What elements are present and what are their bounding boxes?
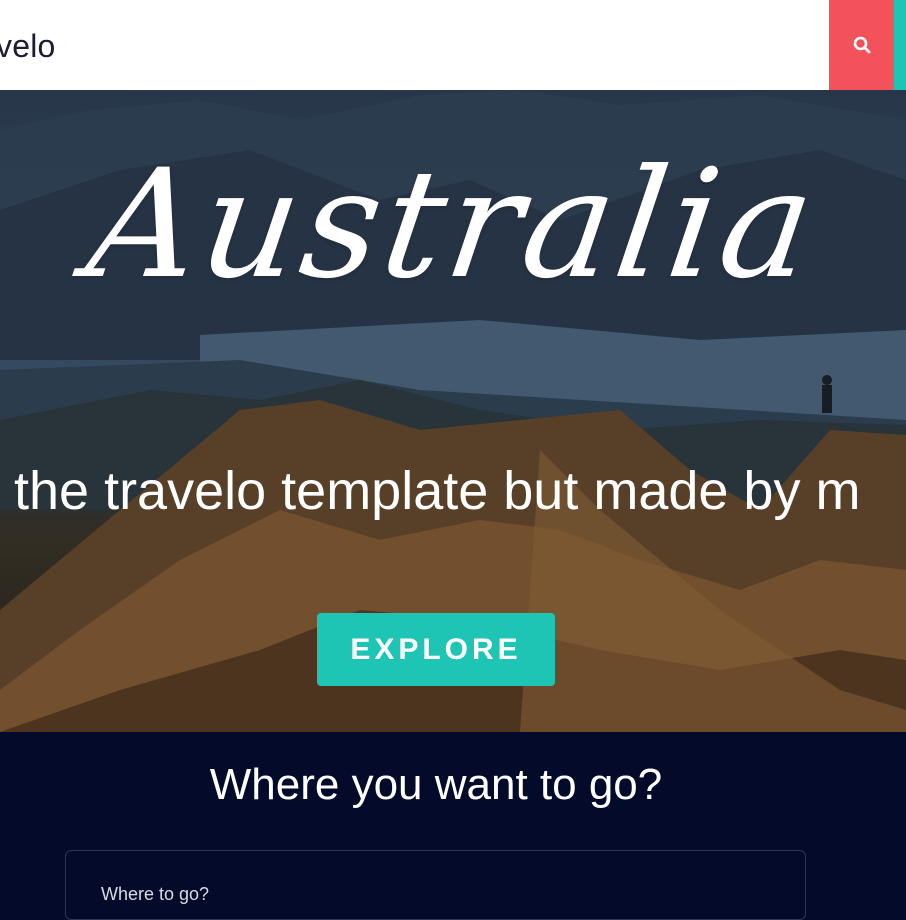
hero-subtitle: the travelo template but made by m (14, 461, 861, 521)
site-header: velo (0, 0, 906, 90)
menu-toggle-strip[interactable] (894, 0, 906, 90)
destination-field[interactable]: Where to go? (65, 850, 806, 920)
search-heading: Where you want to go? (209, 760, 663, 809)
search-button[interactable] (829, 0, 894, 90)
explore-button[interactable]: EXPLORE (317, 613, 555, 686)
destination-field-label: Where to go? (101, 884, 210, 904)
search-icon (853, 36, 870, 54)
destination-search-section: Where you want to go? Where to go? (0, 732, 906, 920)
site-logo[interactable]: velo (0, 28, 56, 65)
hero-title: Australia (78, 138, 828, 312)
hero-banner: Australia the travelo template but made … (0, 90, 906, 732)
